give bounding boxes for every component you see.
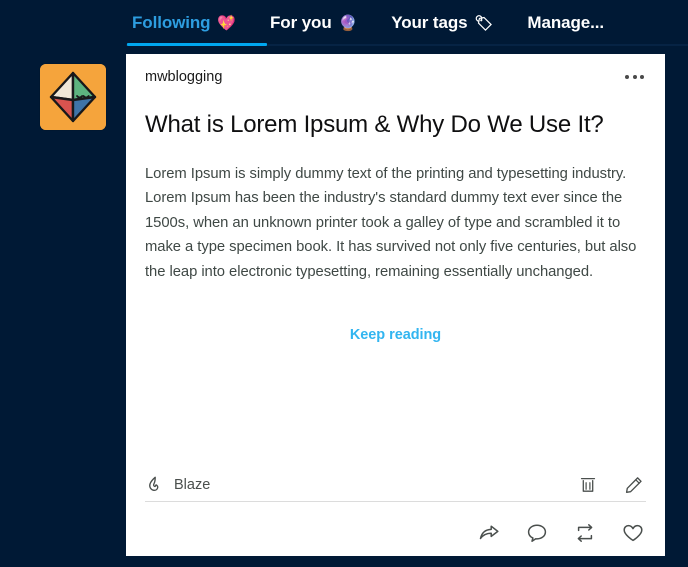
card-divider xyxy=(145,501,646,502)
blog-name-link[interactable]: mwblogging xyxy=(145,69,222,85)
sparkling-heart-emoji: 💖 xyxy=(217,14,236,32)
label-tag-emoji: 🏷 xyxy=(474,14,494,32)
post-header: mwblogging xyxy=(145,54,646,100)
octahedron-avatar-icon xyxy=(40,64,106,130)
post-body-text: Lorem Ipsum is simply dummy text of the … xyxy=(145,166,637,280)
tab-following[interactable]: Following 💖 xyxy=(126,0,236,46)
post-engagement-actions xyxy=(145,509,646,556)
blaze-button[interactable]: Blaze xyxy=(145,475,210,495)
reply-button[interactable] xyxy=(524,520,550,546)
tab-for-you[interactable]: For you 🔮 xyxy=(270,0,357,46)
post-owner-actions xyxy=(576,473,646,497)
flame-icon xyxy=(149,476,159,491)
tab-your-tags[interactable]: Your tags 🏷 xyxy=(391,0,493,46)
speech-bubble-icon xyxy=(527,524,547,542)
share-arrow-icon xyxy=(479,525,499,540)
pencil-icon xyxy=(625,477,642,493)
dot xyxy=(632,75,637,79)
keep-reading-container: Keep reading xyxy=(145,326,646,344)
post-title[interactable]: What is Lorem Ipsum & Why Do We Use It? xyxy=(145,108,646,142)
reblog-arrows-icon xyxy=(577,524,593,542)
feed-tabbar: Following 💖 For you 🔮 Your tags 🏷 Manage… xyxy=(126,0,688,46)
tab-manage-label: Manage... xyxy=(527,13,604,32)
share-button[interactable] xyxy=(476,520,502,546)
post-card: mwblogging What is Lorem Ipsum & Why Do … xyxy=(126,54,665,556)
like-button[interactable] xyxy=(620,520,646,546)
tab-following-label: Following xyxy=(132,13,211,32)
dot xyxy=(640,75,644,79)
tab-manage[interactable]: Manage... xyxy=(527,0,604,46)
post-overflow-menu-button[interactable] xyxy=(623,69,646,85)
avatar[interactable] xyxy=(40,64,106,130)
crystal-ball-emoji: 🔮 xyxy=(338,14,358,32)
delete-post-button[interactable] xyxy=(576,473,600,497)
keep-reading-link[interactable]: Keep reading xyxy=(350,327,441,343)
blaze-label: Blaze xyxy=(174,477,211,493)
trash-icon xyxy=(580,477,596,492)
tab-your-tags-label: Your tags xyxy=(391,13,468,32)
active-tab-indicator xyxy=(127,43,267,46)
heart-icon xyxy=(623,524,643,542)
tab-for-you-label: For you xyxy=(270,13,332,32)
dot xyxy=(625,75,629,79)
reblog-button[interactable] xyxy=(572,520,598,546)
edit-post-button[interactable] xyxy=(622,473,646,497)
